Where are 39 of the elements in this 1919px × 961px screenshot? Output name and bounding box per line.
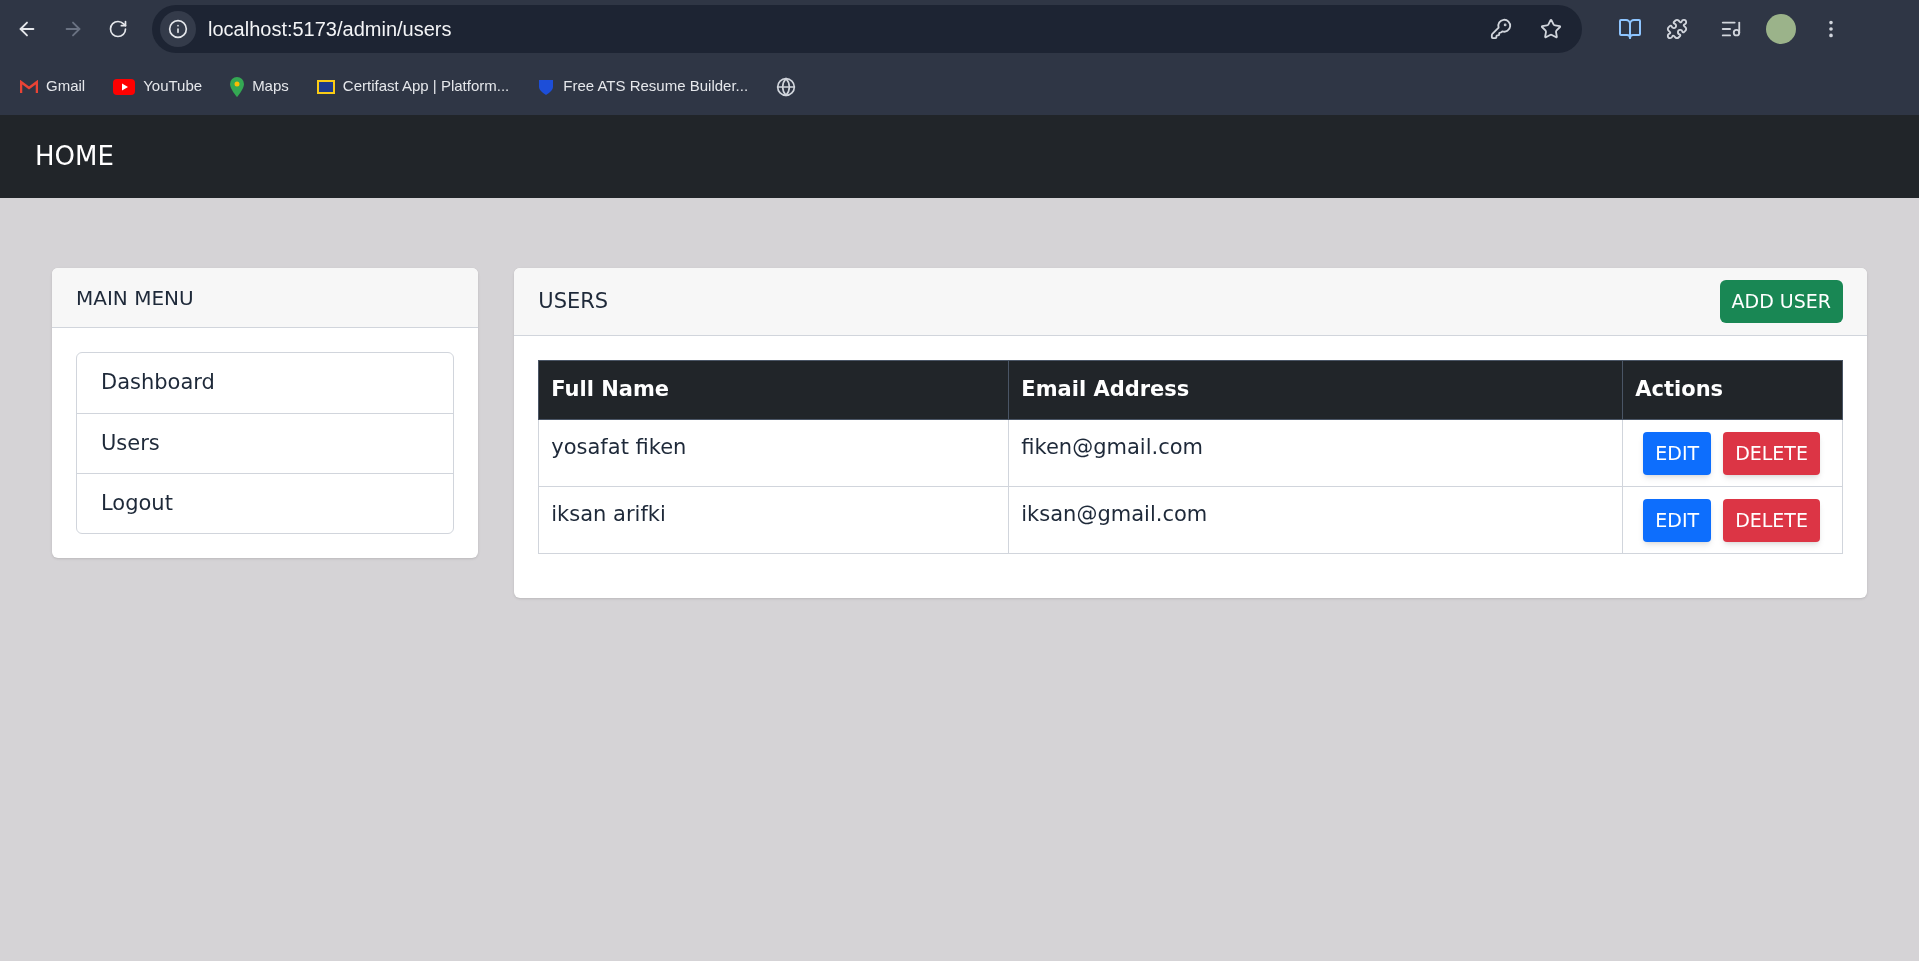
bookmark-link[interactable]: Maps: [252, 75, 289, 98]
column-header: Full Name: [538, 360, 1009, 420]
table-cell: fiken@gmail.com: [1008, 419, 1623, 487]
table-cell: iksan@gmail.com: [1008, 486, 1623, 554]
edit-button[interactable]: EDIT: [1643, 431, 1712, 475]
extensions-icon[interactable]: [1666, 18, 1688, 40]
reload-icon[interactable]: [108, 19, 128, 39]
add-user-button[interactable]: ADD USER: [1719, 280, 1843, 323]
menu-item[interactable]: Dashboard: [77, 353, 454, 413]
key-icon[interactable]: [1490, 18, 1512, 40]
table-cell: yosafat fiken: [538, 419, 1009, 487]
play-icon: [113, 78, 136, 95]
edit-button[interactable]: EDIT: [1643, 498, 1712, 542]
card-title: USERS: [538, 287, 609, 315]
shield-icon: [537, 77, 556, 96]
book-icon[interactable]: [1618, 17, 1642, 41]
url-text: localhost:5173/admin/users: [208, 17, 453, 42]
map-pin-icon: [230, 76, 245, 97]
column-header: Email Address: [1008, 360, 1623, 420]
delete-button[interactable]: DELETE: [1723, 431, 1820, 475]
site-info-button[interactable]: [160, 11, 196, 47]
menu-item[interactable]: Users: [77, 413, 454, 473]
certificate-icon: [316, 78, 335, 95]
brand-link[interactable]: HOME: [35, 137, 114, 176]
globe-icon[interactable]: [776, 76, 797, 97]
bookmark-link[interactable]: YouTube: [143, 75, 203, 98]
info-icon: [168, 19, 188, 39]
bookmark-link[interactable]: Free ATS Resume Builder...: [563, 75, 749, 98]
bookmark-link[interactable]: Gmail: [46, 75, 86, 98]
address-bar[interactable]: localhost:5173/admin/users: [152, 5, 1582, 53]
table-cell: iksan arifki: [538, 486, 1009, 554]
bookmark-star-icon[interactable]: [1540, 18, 1562, 40]
delete-button[interactable]: DELETE: [1723, 498, 1820, 542]
column-header: Actions: [1622, 360, 1843, 420]
mail-icon: [20, 79, 38, 94]
avatar[interactable]: [1766, 14, 1796, 44]
bookmark-link[interactable]: Certifast App | Platform...: [342, 75, 510, 98]
menu-item[interactable]: Logout: [77, 473, 454, 533]
card-title: MAIN MENU: [76, 284, 194, 312]
